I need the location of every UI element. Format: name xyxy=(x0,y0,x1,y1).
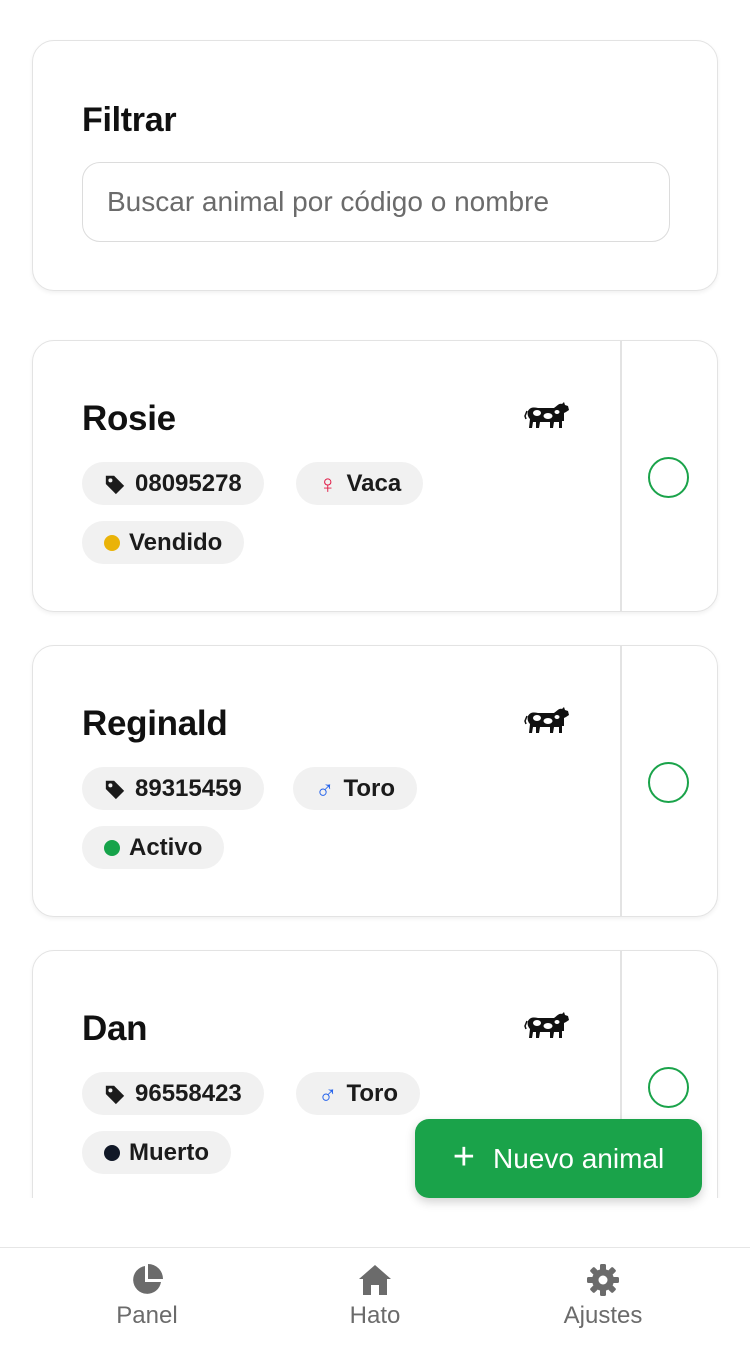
select-radio[interactable] xyxy=(648,457,689,498)
female-icon: ♀ xyxy=(318,468,338,499)
card-divider xyxy=(620,341,622,611)
home-icon xyxy=(359,1265,391,1295)
nav-item-panel[interactable]: Panel xyxy=(67,1262,227,1330)
status-label: Vendido xyxy=(129,528,223,556)
select-radio[interactable] xyxy=(648,762,689,803)
sex-chip: ♂ Toro xyxy=(293,767,418,810)
tag-chip: 96558423 xyxy=(82,1072,264,1115)
sex-label: Toro xyxy=(346,1079,399,1107)
status-dot-icon xyxy=(104,839,120,856)
status-label: Activo xyxy=(129,833,203,861)
tag-chip: 08095278 xyxy=(82,462,264,505)
new-animal-label: Nuevo animal xyxy=(493,1142,665,1174)
animal-list-scroll-area[interactable]: Filtrar Rosie 08095278 ♀ Vaca Vendido xyxy=(0,0,750,1198)
animal-card[interactable]: Rosie 08095278 ♀ Vaca Vendido xyxy=(32,340,718,612)
cow-icon xyxy=(524,1012,569,1038)
animal-name: Dan xyxy=(82,1009,148,1048)
tag-code: 08095278 xyxy=(135,469,242,497)
tag-icon xyxy=(105,1085,125,1104)
nav-item-ajustes[interactable]: Ajustes xyxy=(523,1262,683,1330)
tag-chip: 89315459 xyxy=(82,767,264,810)
sex-label: Vaca xyxy=(346,469,402,497)
animal-name: Reginald xyxy=(82,704,228,743)
tag-code: 96558423 xyxy=(135,1079,242,1107)
sex-chip: ♂ Toro xyxy=(296,1072,421,1115)
cow-icon xyxy=(524,402,569,428)
card-divider xyxy=(620,646,622,916)
search-input[interactable] xyxy=(82,162,670,242)
status-dot-icon xyxy=(104,1144,120,1161)
animal-card[interactable]: Reginald 89315459 ♂ Toro Activo xyxy=(32,645,718,917)
male-icon: ♂ xyxy=(318,1078,338,1109)
status-label: Muerto xyxy=(129,1138,209,1166)
tag-icon xyxy=(105,475,125,494)
select-radio[interactable] xyxy=(648,1067,689,1108)
new-animal-button[interactable]: + Nuevo animal xyxy=(415,1119,702,1198)
status-badge: Muerto xyxy=(82,1131,231,1174)
status-dot-icon xyxy=(104,534,120,551)
status-badge: Activo xyxy=(82,826,225,869)
tag-code: 89315459 xyxy=(135,774,242,802)
filter-card: Filtrar xyxy=(32,40,718,291)
tag-icon xyxy=(105,780,125,799)
pie-chart-icon xyxy=(133,1264,163,1294)
bottom-nav: Panel Hato Ajustes xyxy=(0,1247,750,1358)
filter-title: Filtrar xyxy=(82,101,177,139)
gear-icon xyxy=(587,1264,619,1296)
nav-label: Ajustes xyxy=(563,1302,643,1329)
plus-icon: + xyxy=(452,1135,475,1178)
sex-label: Toro xyxy=(343,774,396,802)
animal-name: Rosie xyxy=(82,399,176,438)
nav-label: Panel xyxy=(116,1302,178,1329)
sex-chip: ♀ Vaca xyxy=(296,462,424,505)
status-badge: Vendido xyxy=(82,521,245,564)
cow-icon xyxy=(524,707,569,733)
nav-item-hato[interactable]: Hato xyxy=(295,1262,455,1330)
nav-label: Hato xyxy=(349,1302,401,1329)
male-icon: ♂ xyxy=(315,773,335,804)
